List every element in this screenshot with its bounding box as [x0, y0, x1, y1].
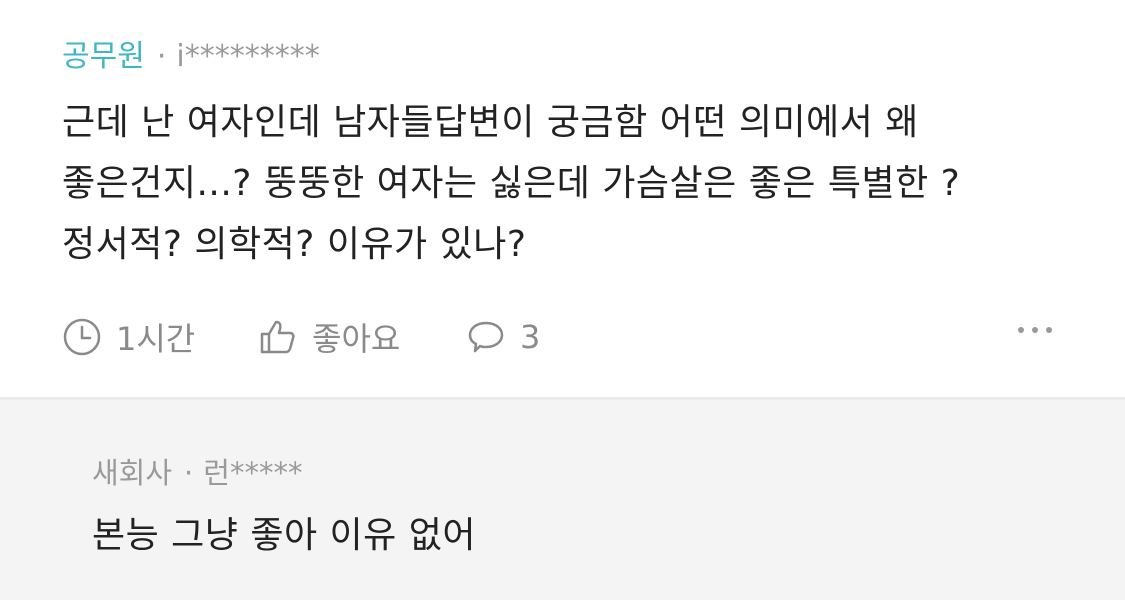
- more-dots-icon: [1018, 327, 1052, 333]
- post-author-id: i*********: [176, 39, 320, 74]
- post-body-line: 좋은건지...? 뚱뚱한 여자는 싫은데 가슴살은 좋은 특별한 ?: [62, 163, 961, 204]
- thumbs-up-icon: [258, 317, 298, 357]
- post-card: 공무원 · i********* 근데 난 여자인데 남자들답변이 궁금함 어떤 의…: [0, 0, 1125, 397]
- meta-separator: ·: [184, 456, 194, 490]
- post-time: 1시간: [62, 312, 195, 362]
- post-body-line: 정서적? 의학적? 이유가 있나?: [62, 224, 527, 265]
- more-options-button[interactable]: [1015, 320, 1055, 340]
- speech-bubble-icon: [466, 317, 506, 357]
- reply-author-id: 런*****: [203, 456, 303, 490]
- like-label: 좋아요: [312, 320, 401, 358]
- post-time-label: 1시간: [116, 320, 196, 358]
- comment-count: 3: [520, 318, 541, 356]
- reply-author-job[interactable]: 새회사: [92, 456, 172, 490]
- post-body: 근데 난 여자인데 남자들답변이 궁금함 어떤 의미에서 왜 좋은건지...? …: [62, 92, 1082, 275]
- comment-button[interactable]: 3: [466, 312, 540, 362]
- reply-author-meta: 새회사 · 런*****: [92, 453, 302, 493]
- clock-icon: [62, 317, 102, 357]
- post-body-line: 근데 난 여자인데 남자들답변이 궁금함 어떤 의미에서 왜: [62, 102, 919, 143]
- meta-separator: ·: [156, 39, 167, 74]
- like-button[interactable]: 좋아요: [258, 312, 400, 362]
- post-author-meta: 공무원 · i*********: [62, 36, 320, 78]
- reply-body: 본능 그냥 좋아 이유 없어: [92, 515, 476, 556]
- post-author-job[interactable]: 공무원: [62, 39, 145, 74]
- reply-card: 새회사 · 런***** 본능 그냥 좋아 이유 없어: [0, 400, 1125, 600]
- post-action-bar: 1시간 좋아요 3: [62, 312, 1062, 362]
